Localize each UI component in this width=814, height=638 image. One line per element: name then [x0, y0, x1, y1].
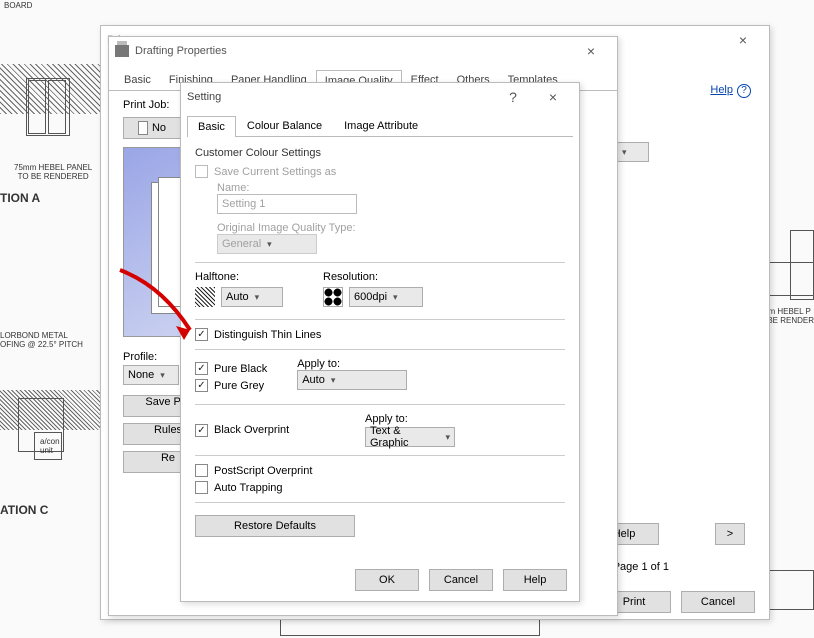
save-current-label: Save Current Settings as — [214, 166, 336, 178]
setting-dialog: Setting ? × Basic Colour Balance Image A… — [180, 82, 580, 602]
pure-black-label: Pure Black — [214, 363, 267, 375]
ok-button[interactable]: OK — [355, 569, 419, 591]
print-job-button[interactable]: No — [123, 117, 181, 139]
halftone-combo[interactable]: Auto — [221, 287, 283, 307]
print-job-value: No — [152, 122, 166, 134]
page-indicator: Page 1 of 1 — [613, 561, 669, 573]
customer-colour-group: Customer Colour Settings — [195, 147, 565, 159]
setting-title: Setting — [187, 91, 493, 103]
postscript-overprint-label: PostScript Overprint — [214, 465, 312, 477]
black-overprint-label: Black Overprint — [214, 424, 289, 436]
distinguish-thin-lines-checkbox[interactable] — [195, 328, 208, 341]
tab-colour-balance[interactable]: Colour Balance — [236, 115, 333, 136]
help-link[interactable]: Help? — [710, 84, 751, 98]
profile-combo[interactable]: None — [123, 365, 179, 385]
bg-text: LORBOND METAL OFING @ 22.5° PITCH — [0, 332, 83, 350]
tab-basic[interactable]: Basic — [115, 69, 160, 90]
next-page-button[interactable]: > — [715, 523, 745, 545]
pure-grey-checkbox[interactable] — [195, 379, 208, 392]
apply-to-label: Apply to: — [297, 358, 407, 370]
print-job-label: Print Job: — [123, 99, 169, 111]
close-icon[interactable]: × — [571, 43, 611, 59]
name-label: Name: — [217, 182, 565, 194]
halftone-label: Halftone: — [195, 271, 283, 283]
auto-trapping-label: Auto Trapping — [214, 482, 283, 494]
help-button[interactable]: Help — [503, 569, 567, 591]
tab-basic[interactable]: Basic — [187, 116, 236, 137]
apply-to-combo-2[interactable]: Text & Graphic — [365, 427, 455, 447]
restore-defaults-button[interactable]: Restore Defaults — [195, 515, 355, 537]
postscript-overprint-checkbox[interactable] — [195, 464, 208, 477]
pure-grey-label: Pure Grey — [214, 380, 264, 392]
pure-black-checkbox[interactable] — [195, 362, 208, 375]
close-icon[interactable]: × — [723, 32, 763, 48]
printer-icon — [115, 45, 129, 57]
resolution-combo[interactable]: 600dpi — [349, 287, 423, 307]
cancel-button[interactable]: Cancel — [429, 569, 493, 591]
setting-name-input — [217, 194, 357, 214]
help-icon[interactable]: ? — [493, 89, 533, 105]
bg-text: BOARD — [4, 2, 32, 11]
bg-text: 75mm HEBEL PANEL TO BE RENDERED — [14, 164, 92, 182]
resolution-label: Resolution: — [323, 271, 423, 283]
setting-tabs: Basic Colour Balance Image Attribute — [187, 115, 573, 137]
drafting-properties-title: Drafting Properties — [135, 45, 571, 57]
document-icon — [138, 121, 148, 135]
close-icon[interactable]: × — [533, 89, 573, 105]
help-link-text: Help — [710, 84, 733, 96]
bg-text: a/con unit — [40, 438, 60, 456]
apply-to-label-2: Apply to: — [365, 413, 455, 425]
save-current-checkbox[interactable] — [195, 165, 208, 178]
help-icon: ? — [737, 84, 751, 98]
halftone-icon — [195, 287, 215, 307]
elevation-c-label: ATION C — [0, 504, 48, 517]
apply-to-combo-1[interactable]: Auto — [297, 370, 407, 390]
distinguish-thin-lines-label: Distinguish Thin Lines — [214, 329, 321, 341]
black-overprint-checkbox[interactable] — [195, 424, 208, 437]
orig-quality-combo: General — [217, 234, 317, 254]
cancel-button[interactable]: Cancel — [681, 591, 755, 613]
resolution-icon — [323, 287, 343, 307]
auto-trapping-checkbox[interactable] — [195, 481, 208, 494]
tab-image-attribute[interactable]: Image Attribute — [333, 115, 429, 136]
orig-quality-label: Original Image Quality Type: — [217, 222, 565, 234]
elevation-a-label: TION A — [0, 192, 40, 205]
